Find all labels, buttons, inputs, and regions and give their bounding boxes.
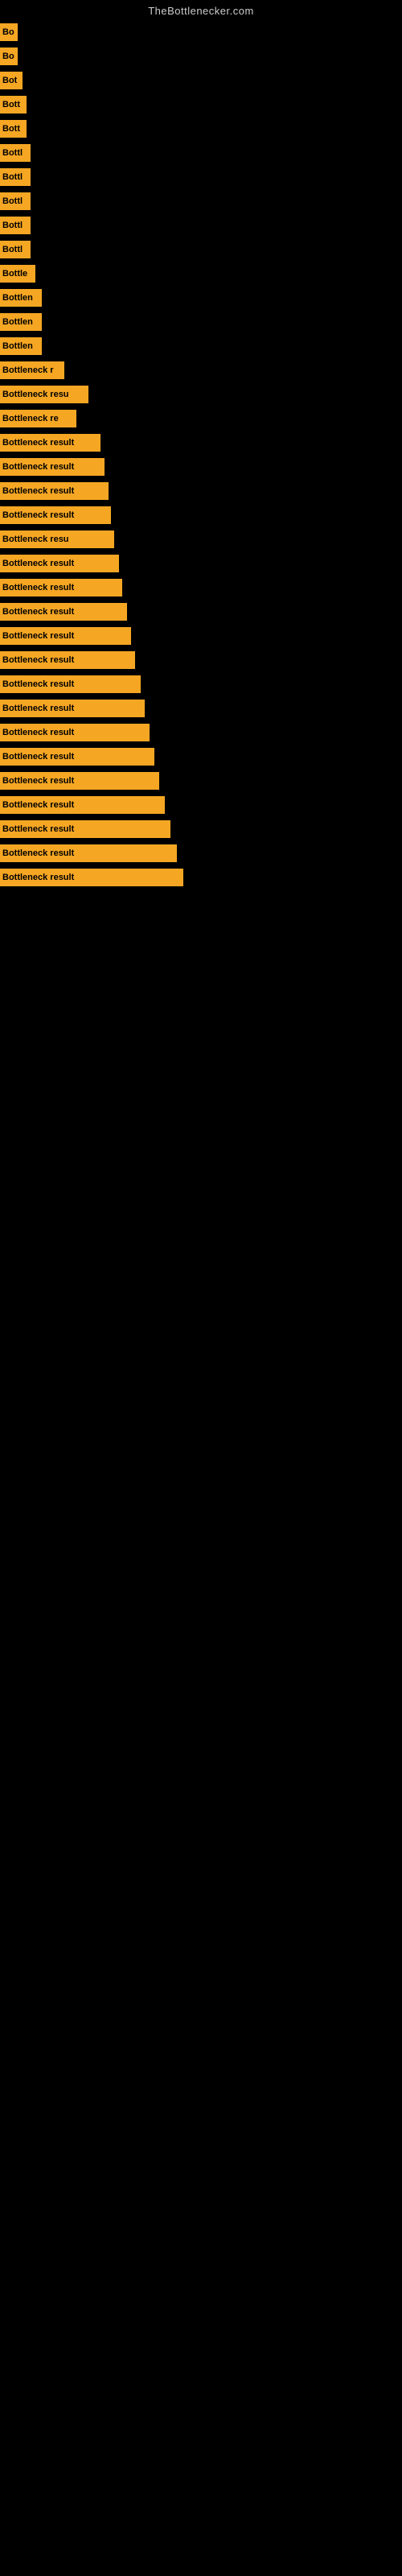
bar-row: Bottleneck result [0, 696, 402, 720]
bar-row: Bottleneck result [0, 720, 402, 745]
bar-row: Bottleneck result [0, 769, 402, 793]
bar-row: Bottleneck result [0, 576, 402, 600]
bar-label: Bottleneck result [0, 675, 141, 693]
bar-row: Bottleneck result [0, 455, 402, 479]
bar-label: Bottleneck result [0, 482, 109, 500]
bar-label: Bottleneck result [0, 748, 154, 766]
bar-row: Bottleneck result [0, 672, 402, 696]
bar-label: Bottleneck result [0, 651, 135, 669]
bar-label: Bo [0, 47, 18, 65]
bar-label: Bot [0, 72, 23, 89]
bar-label: Bott [0, 120, 27, 138]
bar-row: Bottleneck result [0, 793, 402, 817]
bar-label: Bottleneck result [0, 579, 122, 597]
bar-row: Bottlen [0, 334, 402, 358]
bar-row: Bottleneck result [0, 648, 402, 672]
bar-label: Bottleneck result [0, 772, 159, 790]
bar-row: Bottleneck result [0, 817, 402, 841]
bar-label: Bott [0, 96, 27, 114]
bar-row: Bottleneck resu [0, 527, 402, 551]
bar-row: Bottleneck result [0, 503, 402, 527]
bar-label: Bottlen [0, 313, 42, 331]
bar-row: Bottlen [0, 286, 402, 310]
bar-label: Bottleneck result [0, 555, 119, 572]
bar-label: Bottleneck result [0, 844, 177, 862]
bar-row: Bottleneck r [0, 358, 402, 382]
bar-row: Bottlen [0, 310, 402, 334]
bar-label: Bottleneck re [0, 410, 76, 427]
bar-label: Bo [0, 23, 18, 41]
bar-label: Bottl [0, 168, 31, 186]
bar-row: Bottl [0, 237, 402, 262]
bar-row: Bottl [0, 189, 402, 213]
bar-label: Bottleneck result [0, 796, 165, 814]
bar-row: Bo [0, 20, 402, 44]
bar-row: Bottleneck result [0, 745, 402, 769]
bar-label: Bottle [0, 265, 35, 283]
bar-row: Bottleneck result [0, 841, 402, 865]
bar-row: Bottleneck result [0, 479, 402, 503]
bar-label: Bottl [0, 217, 31, 234]
bar-label: Bottleneck result [0, 700, 145, 717]
bar-row: Bot [0, 68, 402, 93]
bar-label: Bottleneck result [0, 724, 150, 741]
bar-row: Bottl [0, 165, 402, 189]
bar-label: Bottleneck r [0, 361, 64, 379]
bar-label: Bottl [0, 144, 31, 162]
bar-row: Bott [0, 93, 402, 117]
bar-row: Bottleneck result [0, 624, 402, 648]
bar-label: Bottleneck result [0, 603, 127, 621]
bar-row: Bottleneck result [0, 600, 402, 624]
bar-label: Bottl [0, 241, 31, 258]
bar-label: Bottleneck result [0, 506, 111, 524]
bar-row: Bottle [0, 262, 402, 286]
bar-row: Bottl [0, 213, 402, 237]
bar-row: Bottl [0, 141, 402, 165]
bar-label: Bottleneck result [0, 458, 105, 476]
bar-label: Bottlen [0, 289, 42, 307]
bar-label: Bottleneck resu [0, 530, 114, 548]
bar-label: Bottleneck result [0, 434, 100, 452]
bar-row: Bott [0, 117, 402, 141]
bar-row: Bottleneck result [0, 865, 402, 890]
bar-row: Bottleneck re [0, 407, 402, 431]
bar-label: Bottleneck result [0, 820, 170, 838]
bar-row: Bottleneck resu [0, 382, 402, 407]
bar-label: Bottleneck result [0, 627, 131, 645]
bar-label: Bottl [0, 192, 31, 210]
bar-row: Bo [0, 44, 402, 68]
bar-label: Bottleneck result [0, 869, 183, 886]
bar-row: Bottleneck result [0, 431, 402, 455]
bar-label: Bottlen [0, 337, 42, 355]
bar-label: Bottleneck resu [0, 386, 88, 403]
site-title: TheBottlenecker.com [0, 0, 402, 20]
bars-container: Bo Bo Bot Bott Bott Bottl Bottl Bottl Bottl Bottl… [0, 20, 402, 890]
bar-row: Bottleneck result [0, 551, 402, 576]
